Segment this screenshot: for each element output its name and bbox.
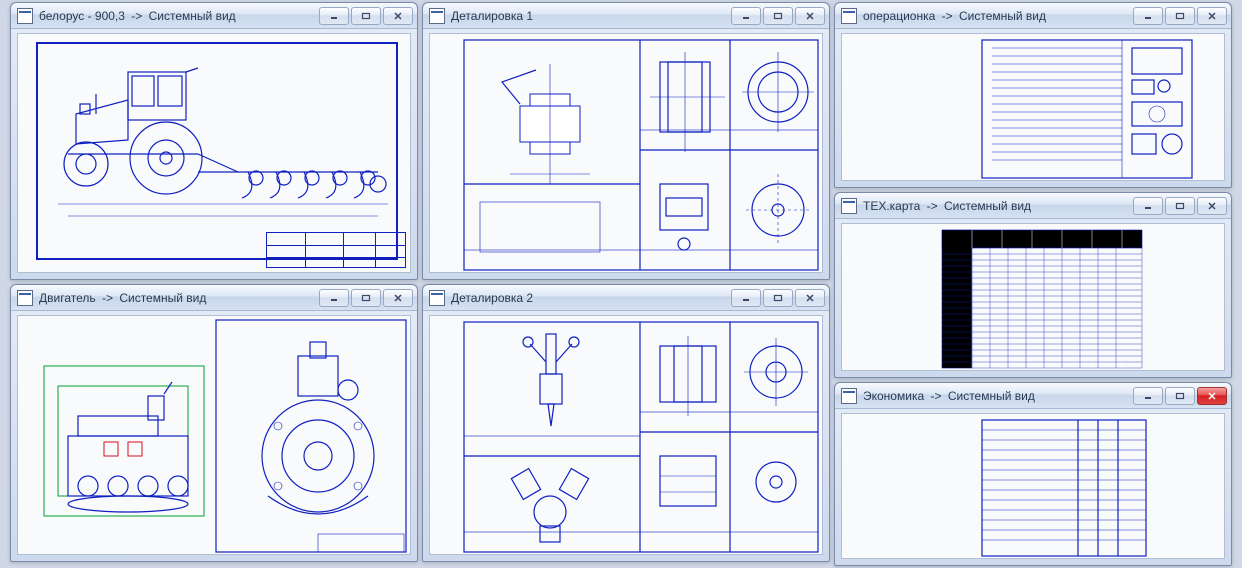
cad-file-icon — [841, 8, 857, 24]
minimize-button[interactable] — [1133, 7, 1163, 25]
window-title: Деталировка 1 — [451, 9, 731, 23]
cad-file-icon — [429, 290, 445, 306]
window-belorus: белорус - 900,3 -> Системный вид — [10, 2, 418, 280]
tech-card — [842, 224, 1225, 371]
window-controls — [319, 289, 413, 307]
economics-table — [842, 414, 1225, 559]
details2-drawing — [430, 316, 823, 555]
close-button[interactable] — [1197, 387, 1227, 405]
close-button[interactable] — [383, 7, 413, 25]
engine-drawing — [18, 316, 411, 555]
minimize-button[interactable] — [319, 7, 349, 25]
close-button[interactable] — [795, 7, 825, 25]
cad-file-icon — [841, 388, 857, 404]
cad-file-icon — [841, 198, 857, 214]
window-detalirovka1: Деталировка 1 — [422, 2, 830, 280]
close-button[interactable] — [795, 289, 825, 307]
titlebar[interactable]: операционка -> Системный вид — [835, 3, 1231, 29]
drawing-canvas[interactable] — [17, 33, 411, 273]
window-ekonomika: Экономика -> Системный вид — [834, 382, 1232, 566]
minimize-button[interactable] — [731, 7, 761, 25]
window-controls — [1133, 7, 1227, 25]
titlebar[interactable]: Деталировка 1 — [423, 3, 829, 29]
window-controls — [1133, 197, 1227, 215]
window-tekhkarta: ТЕХ.карта -> Системный вид — [834, 192, 1232, 378]
maximize-button[interactable] — [763, 7, 793, 25]
drawing-canvas[interactable] — [841, 223, 1225, 371]
maximize-button[interactable] — [351, 7, 381, 25]
window-title: Двигатель -> Системный вид — [39, 291, 319, 305]
minimize-button[interactable] — [319, 289, 349, 307]
drawing-canvas[interactable] — [17, 315, 411, 555]
close-button[interactable] — [1197, 7, 1227, 25]
cad-file-icon — [429, 8, 445, 24]
minimize-button[interactable] — [1133, 197, 1163, 215]
maximize-button[interactable] — [763, 289, 793, 307]
details-drawing — [430, 34, 823, 273]
window-title: белорус - 900,3 -> Системный вид — [39, 9, 319, 23]
tractor-drawing — [38, 44, 408, 264]
minimize-button[interactable] — [731, 289, 761, 307]
drawing-canvas[interactable] — [429, 315, 823, 555]
cad-file-icon — [17, 8, 33, 24]
window-title: ТЕХ.карта -> Системный вид — [863, 199, 1133, 213]
maximize-button[interactable] — [1165, 387, 1195, 405]
window-controls — [1133, 387, 1227, 405]
drawing-canvas[interactable] — [841, 413, 1225, 559]
maximize-button[interactable] — [1165, 7, 1195, 25]
titlebar[interactable]: Деталировка 2 — [423, 285, 829, 311]
window-title: операционка -> Системный вид — [863, 9, 1133, 23]
close-button[interactable] — [383, 289, 413, 307]
operation-sheet — [842, 34, 1225, 181]
maximize-button[interactable] — [1165, 197, 1195, 215]
minimize-button[interactable] — [1133, 387, 1163, 405]
window-controls — [731, 289, 825, 307]
titlebar[interactable]: Экономика -> Системный вид — [835, 383, 1231, 409]
maximize-button[interactable] — [351, 289, 381, 307]
drawing-canvas[interactable] — [429, 33, 823, 273]
window-detalirovka2: Деталировка 2 — [422, 284, 830, 562]
titlebar[interactable]: ТЕХ.карта -> Системный вид — [835, 193, 1231, 219]
cad-file-icon — [17, 290, 33, 306]
close-button[interactable] — [1197, 197, 1227, 215]
title-block — [266, 232, 406, 268]
titlebar[interactable]: белорус - 900,3 -> Системный вид — [11, 3, 417, 29]
window-title: Деталировка 2 — [451, 291, 731, 305]
window-controls — [319, 7, 413, 25]
window-operatsionka: операционка -> Системный вид — [834, 2, 1232, 188]
window-title: Экономика -> Системный вид — [863, 389, 1133, 403]
window-dvigatel: Двигатель -> Системный вид — [10, 284, 418, 562]
titlebar[interactable]: Двигатель -> Системный вид — [11, 285, 417, 311]
drawing-canvas[interactable] — [841, 33, 1225, 181]
window-controls — [731, 7, 825, 25]
